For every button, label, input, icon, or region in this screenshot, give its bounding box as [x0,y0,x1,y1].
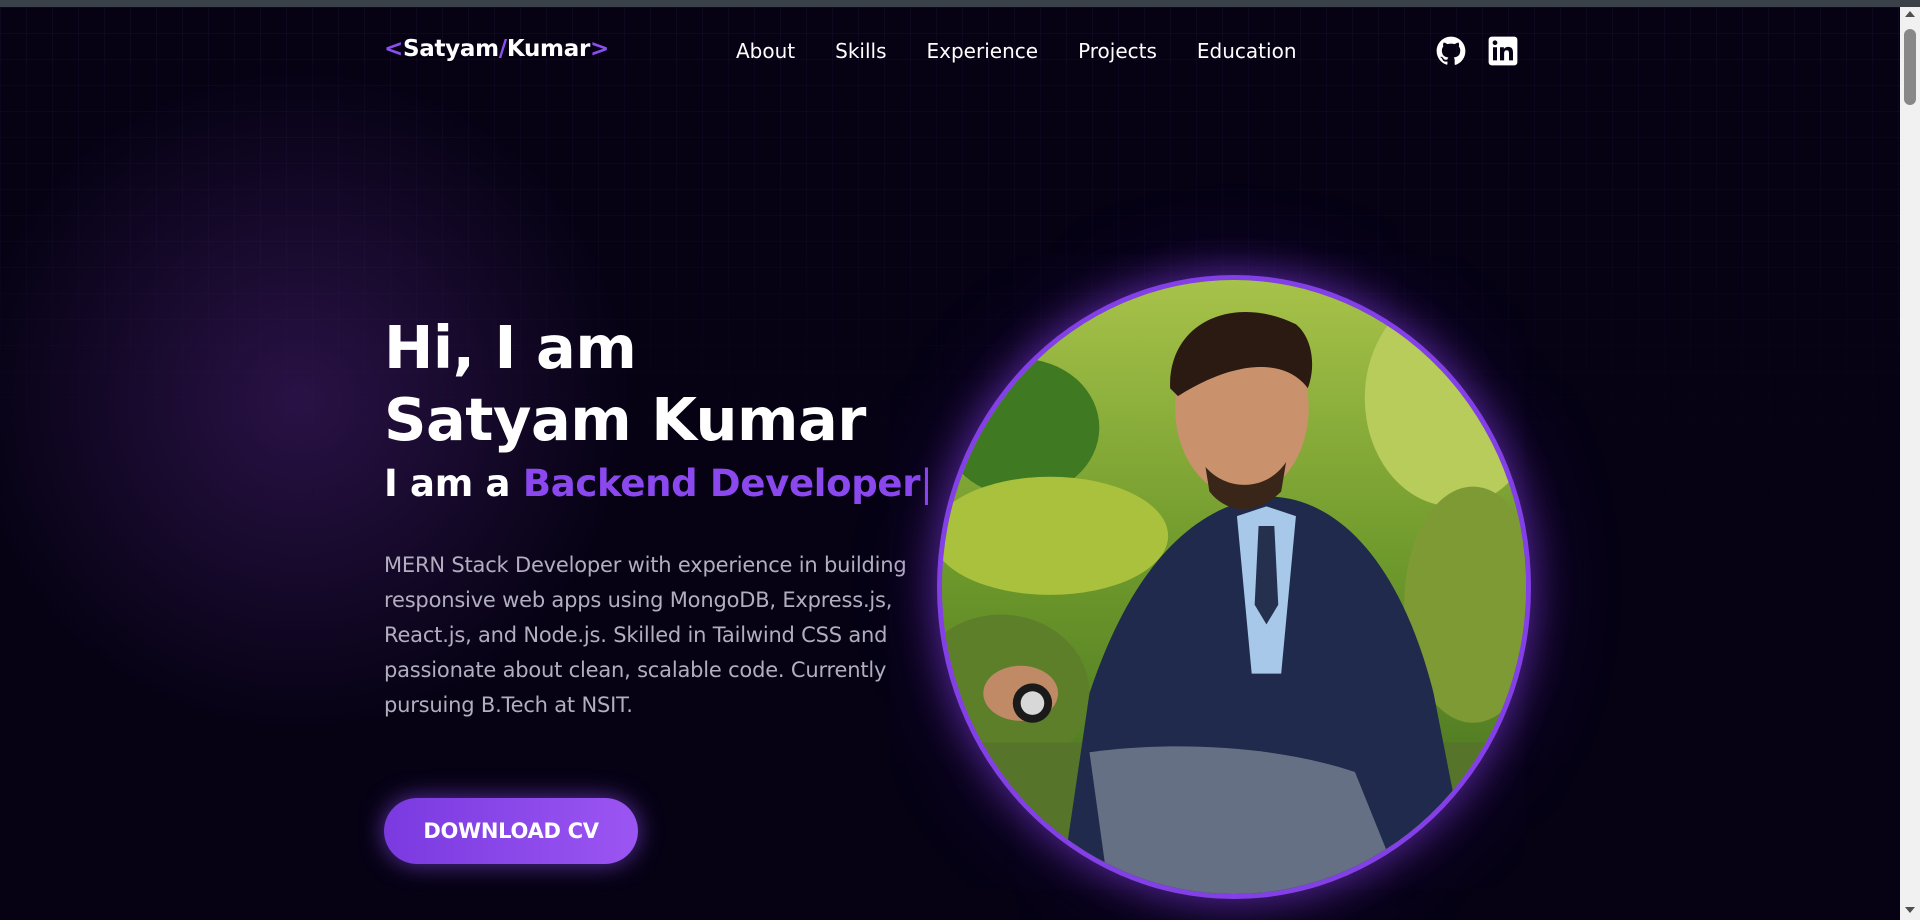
hero-name: Satyam Kumar [384,385,866,454]
nav-link-experience[interactable]: Experience [927,39,1039,63]
role-highlight: Backend Developer [522,462,921,505]
background-grid [0,7,1900,920]
github-icon[interactable] [1436,36,1466,66]
hero-description: MERN Stack Developer with experience in … [384,553,907,717]
page-scrollbar[interactable] [1900,7,1920,920]
logo-slash: / [498,36,507,62]
hero-heading: Hi, I am Satyam Kumar [384,312,866,456]
nav-link-skills[interactable]: Skills [835,39,886,63]
profile-photo [937,275,1531,899]
main-nav: About Skills Experience Projects Educati… [736,39,1297,63]
scroll-up-arrow-icon[interactable] [1905,11,1915,17]
hero-role-line: I am a Backend Developer| [384,462,933,505]
logo-first-name: Satyam [402,36,499,62]
logo-close-bracket: > [589,36,609,62]
scroll-down-arrow-icon[interactable] [1905,907,1915,913]
portfolio-page: <Satyam/Kumar> About Skills Experience P… [0,0,1920,920]
logo-last-name: Kumar [506,36,590,62]
nav-link-about[interactable]: About [736,39,795,63]
site-logo[interactable]: <Satyam/Kumar> [384,36,609,62]
nav-link-education[interactable]: Education [1197,39,1297,63]
linkedin-icon[interactable] [1488,36,1518,66]
nav-link-projects[interactable]: Projects [1078,39,1157,63]
typing-cursor: | [920,462,933,505]
role-prefix: I am a [384,462,523,505]
browser-top-edge [0,0,1920,7]
download-cv-button[interactable]: DOWNLOAD CV [384,798,638,864]
scrollbar-thumb[interactable] [1904,29,1916,105]
hero-greeting: Hi, I am [384,313,637,382]
logo-open-bracket: < [384,36,403,62]
social-links [1436,36,1518,66]
